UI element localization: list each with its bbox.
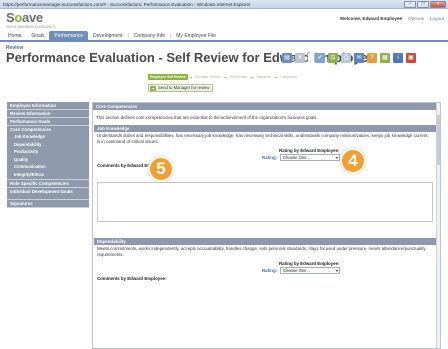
chevron-down-icon: ▾ <box>335 155 338 160</box>
company-logo[interactable]: Soave <box>6 10 43 25</box>
minimize-button[interactable]: – <box>404 1 416 8</box>
welcome-text: Welcome, Edward Employee <box>339 16 403 21</box>
tab-performance[interactable]: Performance <box>49 31 89 40</box>
sidebar-item-job-knowledge[interactable]: Job Knowledge <box>10 133 86 141</box>
comments-textarea[interactable] <box>97 182 433 222</box>
maximize-button[interactable]: □ <box>417 1 429 8</box>
rating-by-label: Rating by Edward Employee: <box>279 261 340 266</box>
sidebar-item-communication[interactable]: Communication <box>10 163 86 171</box>
callout-badge-5: 5 <box>148 156 174 182</box>
logout-link[interactable]: Logout <box>430 16 444 21</box>
rating-label: Rating: <box>262 155 278 160</box>
print-icon[interactable]: ⎙ <box>341 53 351 63</box>
sidebar-item-productivity[interactable]: Productivity <box>10 148 86 156</box>
tab-goals[interactable]: Goals <box>26 31 49 40</box>
chevron-down-icon: ▾ <box>335 268 338 273</box>
rating-by-label: Rating by Edward Employee: <box>279 148 340 153</box>
competency-job-knowledge: Job Knowledge Understands duties and res… <box>94 125 436 222</box>
send-to-manager-button[interactable]: ➜ Send to Manager for review <box>148 84 214 92</box>
logo-o: o <box>14 10 23 25</box>
sidebar-item-employee-info[interactable]: Employee Information <box>7 102 89 110</box>
step-arrow-icon: ➜ <box>273 74 278 80</box>
sidebar-item-review-info[interactable]: Review Information <box>7 110 89 118</box>
step-self-review: Employee Self Review <box>148 74 188 80</box>
vertical-scrollbar[interactable] <box>436 103 440 348</box>
sidebar-item-development-goals[interactable]: Individual Development Goals <box>7 188 89 200</box>
workflow-steps: Employee Self Review ➜ Manager Review ➜ … <box>148 74 299 80</box>
comments-label: Comments by Edward Employee: <box>97 163 167 168</box>
rating-select[interactable]: Choose One... ▾ <box>280 154 340 161</box>
tab-employee-file[interactable]: My Employee File <box>171 31 221 40</box>
sidebar-item-quality[interactable]: Quality <box>10 156 86 164</box>
email-icon[interactable]: ✉ <box>354 53 364 63</box>
legal-scan-icon[interactable]: ⚖ <box>328 53 338 63</box>
rating-label: Rating: <box>262 268 278 273</box>
competency-description: Meets commitments, works independently, … <box>97 246 426 257</box>
sidebar-item-performance-goals[interactable]: Performance Goals <box>7 118 89 126</box>
sidebar-item-signatures[interactable]: Signatures <box>7 200 89 208</box>
title-toolbar: ▤ ✕ ✔ ⚖ ⎙ ✉ ? ▦ i ▣ <box>282 53 416 63</box>
rating-area: Rating by Edward Employee: Rating: Choos… <box>94 145 436 163</box>
step-arrow-icon: ➜ <box>188 74 193 80</box>
step-manager-review: Manager Review <box>195 75 221 79</box>
logo-rest: ave <box>22 10 43 25</box>
callout-badge-4: 4 <box>340 148 366 174</box>
section-intro: This section defines core competencies t… <box>96 115 318 120</box>
user-area: Welcome, Edward Employee Options Logout <box>340 16 444 21</box>
scrollbar-thumb[interactable] <box>437 115 440 165</box>
top-nav: Home Goals Performance Development | Com… <box>0 31 448 42</box>
step-hr-review: HR Review <box>229 75 247 79</box>
comments-label: Comments by Edward Employee: <box>97 276 167 281</box>
forward-arrow-icon: ➜ <box>150 85 156 91</box>
window-controls: – □ × <box>404 1 446 8</box>
rating-select-value: Choose One... <box>283 268 311 273</box>
tab-home[interactable]: Home <box>3 31 26 40</box>
rating-area: Rating by Edward Employee: Rating: Choos… <box>94 258 436 276</box>
close-button[interactable]: × <box>430 1 446 8</box>
section-header: Core Competencies <box>93 103 440 110</box>
step-completed: Completed <box>280 75 297 79</box>
step-arrow-icon: ➜ <box>249 74 254 80</box>
sidebar: Employee Information Review Information … <box>7 102 89 208</box>
pdf-icon[interactable]: ▣ <box>406 53 416 63</box>
rating-select-value: Choose One... <box>283 155 311 160</box>
step-signature: Signature <box>256 75 271 79</box>
competency-title: Dependability <box>94 238 436 245</box>
toolbar-gap <box>308 53 312 63</box>
app-header: Soave SERVE BUSINESS EXCELLENCE Welcome,… <box>0 10 448 32</box>
competency-title: Job Knowledge <box>94 125 436 132</box>
sidebar-group-core-competencies[interactable]: Core Competencies Job Knowledge Dependab… <box>7 126 89 180</box>
chart-icon[interactable]: ▦ <box>380 53 390 63</box>
main-content: Core Competencies This section defines c… <box>92 102 441 349</box>
options-link[interactable]: Options <box>408 16 424 21</box>
close-form-icon[interactable]: ✕ <box>295 53 305 63</box>
step-arrow-icon: ➜ <box>223 74 227 80</box>
help-icon[interactable]: ? <box>367 53 377 63</box>
sidebar-item-integrity[interactable]: Integrity/Ethics <box>10 171 86 179</box>
info-icon[interactable]: i <box>393 53 403 63</box>
send-button-label: Send to Manager for review <box>158 85 210 90</box>
browser-url: https://performancemanager.successfactor… <box>3 2 251 7</box>
logo-tagline: SERVE BUSINESS EXCELLENCE <box>6 25 56 29</box>
sidebar-item-dependability[interactable]: Dependability <box>10 141 86 149</box>
tab-development[interactable]: Development <box>88 31 127 40</box>
spellcheck-icon[interactable]: ✔ <box>315 53 325 63</box>
sidebar-item-role-specific[interactable]: Role Specific Competencies <box>7 180 89 188</box>
competency-description: Understands duties and responsibilities,… <box>97 133 429 144</box>
tab-company-info[interactable]: Company Info <box>129 31 170 40</box>
competency-dependability: Dependability Meets commitments, works i… <box>94 238 436 281</box>
save-icon[interactable]: ▤ <box>282 53 292 63</box>
rating-select[interactable]: Choose One... ▾ <box>280 267 340 274</box>
browser-titlebar: https://performancemanager.successfactor… <box>0 0 448 9</box>
